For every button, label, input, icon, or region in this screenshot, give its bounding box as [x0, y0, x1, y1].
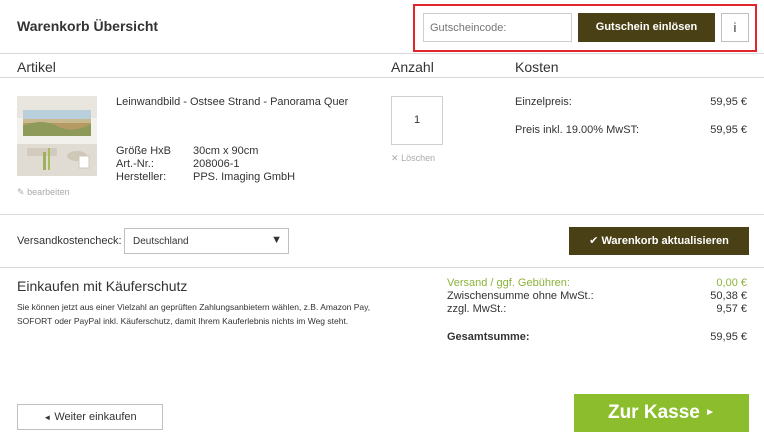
- spec-value-size: 30cm x 90cm: [193, 145, 259, 157]
- country-select[interactable]: Deutschland ▼: [124, 228, 289, 254]
- coupon-code-input[interactable]: [423, 13, 572, 42]
- page-title: Warenkorb Übersicht: [17, 18, 159, 34]
- total-label: Gesamtsumme:: [447, 331, 530, 343]
- divider: [0, 214, 764, 215]
- checkmark-icon: ✔: [589, 235, 599, 247]
- quantity-input[interactable]: 1: [391, 96, 443, 145]
- buyer-protection-text: Sie können jetzt aus einer Vielzahl an g…: [17, 302, 371, 326]
- divider: [0, 267, 764, 268]
- delete-label: Löschen: [401, 153, 436, 163]
- vat-label: zzgl. MwSt.:: [447, 303, 507, 315]
- spec-value-manufacturer: PPS. Imaging GmbH: [193, 171, 296, 183]
- continue-shopping-label: Weiter einkaufen: [54, 411, 137, 423]
- column-header-article: Artikel: [17, 59, 56, 75]
- product-thumbnail[interactable]: [17, 96, 97, 176]
- price-incl-vat-value: 59,95 €: [710, 124, 747, 136]
- vat-value: 9,57 €: [716, 303, 747, 315]
- product-name[interactable]: Leinwandbild - Ostsee Strand - Panorama …: [116, 96, 348, 108]
- delete-link[interactable]: ✕ Löschen: [391, 153, 435, 164]
- price-incl-vat-label: Preis inkl. 19.00% MwST:: [515, 124, 640, 136]
- triangle-left-icon: ◄: [43, 413, 52, 422]
- subtotal-value: 50,38 €: [710, 290, 747, 302]
- pencil-icon: ✎: [17, 187, 25, 197]
- unit-price-label: Einzelpreis:: [515, 96, 572, 108]
- country-select-value: Deutschland: [133, 236, 189, 247]
- info-button[interactable]: i: [721, 13, 749, 42]
- update-cart-button[interactable]: ✔ Warenkorb aktualisieren: [569, 227, 749, 255]
- column-header-costs: Kosten: [515, 59, 559, 75]
- spec-label-size: Größe HxB: [116, 145, 172, 157]
- spec-label-manufacturer: Hersteller:: [116, 171, 167, 183]
- shipping-fees-label: Versand / ggf. Gebühren:: [447, 277, 570, 289]
- triangle-down-icon: ▼: [271, 234, 282, 246]
- checkout-label: Zur Kasse: [607, 402, 700, 424]
- edit-link[interactable]: ✎ bearbeiten: [17, 187, 70, 198]
- triangle-right-icon: ►: [705, 407, 716, 418]
- shipping-check-label: Versandkostencheck:: [17, 235, 122, 247]
- close-icon: ✕: [391, 153, 399, 163]
- spec-label-article-number: Art.-Nr.:: [116, 158, 154, 170]
- continue-shopping-button[interactable]: ◄ Weiter einkaufen: [17, 404, 163, 430]
- spec-value-article-number: 208006-1: [193, 158, 240, 170]
- subtotal-label: Zwischensumme ohne MwSt.:: [447, 290, 594, 302]
- shipping-fees-value: 0,00 €: [716, 277, 747, 289]
- redeem-coupon-button[interactable]: Gutschein einlösen: [578, 13, 715, 42]
- edit-label: bearbeiten: [27, 187, 70, 197]
- divider: [0, 77, 764, 78]
- unit-price-value: 59,95 €: [710, 96, 747, 108]
- total-value: 59,95 €: [710, 331, 747, 343]
- divider: [0, 53, 764, 54]
- column-header-quantity: Anzahl: [391, 59, 434, 75]
- buyer-protection-title: Einkaufen mit Käuferschutz: [17, 278, 188, 294]
- checkout-button[interactable]: Zur Kasse ►: [574, 394, 749, 432]
- update-cart-label: Warenkorb aktualisieren: [601, 235, 729, 247]
